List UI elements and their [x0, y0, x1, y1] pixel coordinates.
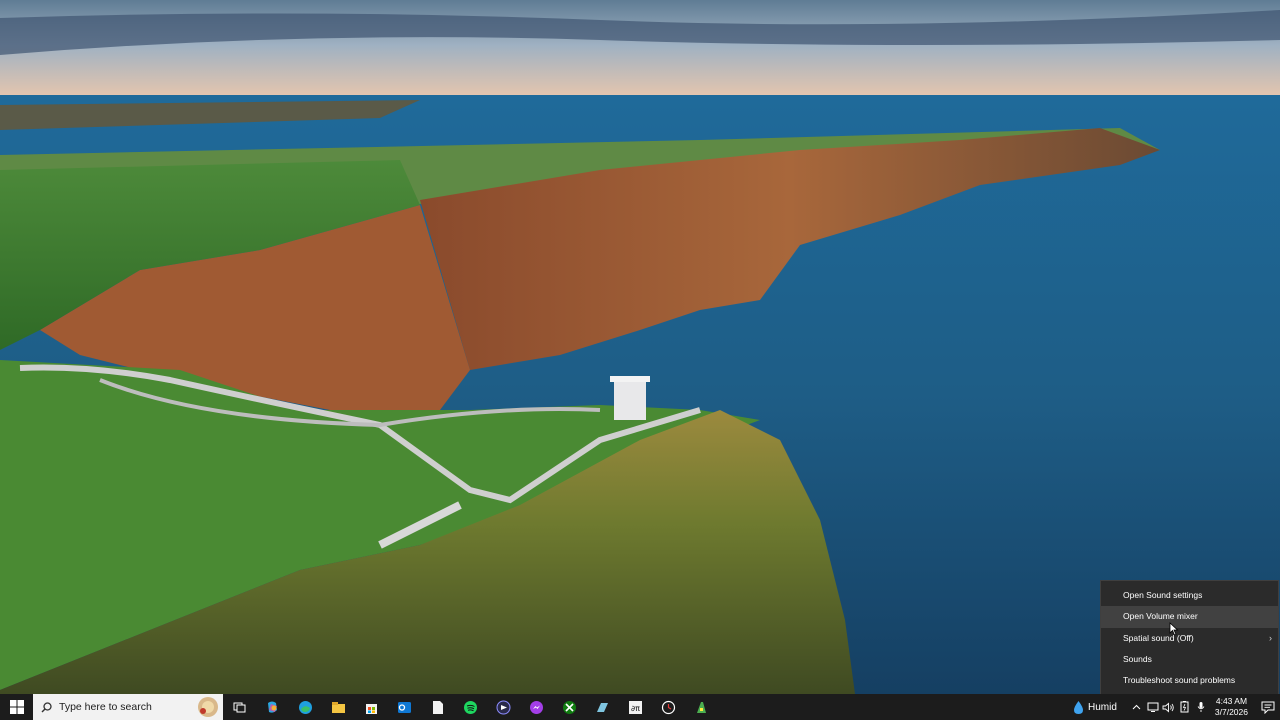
- search-icon: [41, 701, 52, 712]
- xbox-icon[interactable]: [553, 694, 586, 720]
- clock[interactable]: 4:43 AM 3/7/2026: [1215, 696, 1248, 718]
- wallpaper-image: [0, 0, 1280, 694]
- taskbar: Type here to search ∂π Humid 4:43 AM 3/7…: [0, 694, 1280, 720]
- search-placeholder: Type here to search: [59, 701, 152, 713]
- copilot-icon[interactable]: [256, 694, 289, 720]
- spotify-icon[interactable]: [454, 694, 487, 720]
- edge-icon[interactable]: [289, 694, 322, 720]
- media-player-icon[interactable]: [487, 694, 520, 720]
- file-explorer-icon[interactable]: [322, 694, 355, 720]
- battery-icon[interactable]: [1177, 694, 1193, 720]
- notification-center-button[interactable]: [1256, 694, 1280, 720]
- troubleshoot-sound-item[interactable]: Troubleshoot sound problems: [1101, 670, 1278, 691]
- messenger-icon[interactable]: [520, 694, 553, 720]
- notepad-icon[interactable]: [421, 694, 454, 720]
- volume-icon[interactable]: [1161, 694, 1177, 720]
- clock-time: 4:43 AM: [1215, 696, 1248, 706]
- droplet-icon: [1074, 700, 1083, 714]
- chevron-up-icon[interactable]: [1129, 694, 1145, 720]
- search-box[interactable]: Type here to search: [33, 694, 223, 720]
- clock-date: 3/7/2026: [1214, 707, 1248, 717]
- outlook-icon[interactable]: [388, 694, 421, 720]
- math-app-icon[interactable]: ∂π: [619, 694, 652, 720]
- green-app-icon[interactable]: [685, 694, 718, 720]
- search-highlight-icon[interactable]: [197, 696, 219, 718]
- volume-context-menu: Open Sound settings Open Volume mixer Sp…: [1100, 580, 1279, 698]
- weather-label: Humid: [1088, 701, 1117, 713]
- clock-app-icon[interactable]: [652, 694, 685, 720]
- weather-widget[interactable]: Humid: [1073, 700, 1117, 715]
- sounds-item[interactable]: Sounds: [1101, 649, 1278, 670]
- windows-logo-icon: [9, 700, 24, 714]
- notification-icon: [1261, 701, 1275, 714]
- task-view-icon[interactable]: [223, 694, 256, 720]
- open-volume-mixer-item[interactable]: Open Volume mixer: [1101, 606, 1278, 628]
- spatial-sound-item[interactable]: Spatial sound (Off) ›: [1101, 628, 1278, 649]
- desktop-wallpaper: [0, 0, 1280, 694]
- svg-text:∂π: ∂π: [631, 704, 640, 713]
- microphone-icon[interactable]: [1193, 694, 1209, 720]
- microsoft-store-icon[interactable]: [355, 694, 388, 720]
- start-button[interactable]: [0, 694, 33, 720]
- mouse-cursor-icon: [1169, 622, 1179, 636]
- open-sound-settings-item[interactable]: Open Sound settings: [1101, 585, 1278, 606]
- paint-icon[interactable]: [586, 694, 619, 720]
- chevron-right-icon: ›: [1269, 632, 1272, 643]
- system-tray: Humid 4:43 AM 3/7/2026: [1073, 694, 1280, 720]
- network-icon[interactable]: [1145, 694, 1161, 720]
